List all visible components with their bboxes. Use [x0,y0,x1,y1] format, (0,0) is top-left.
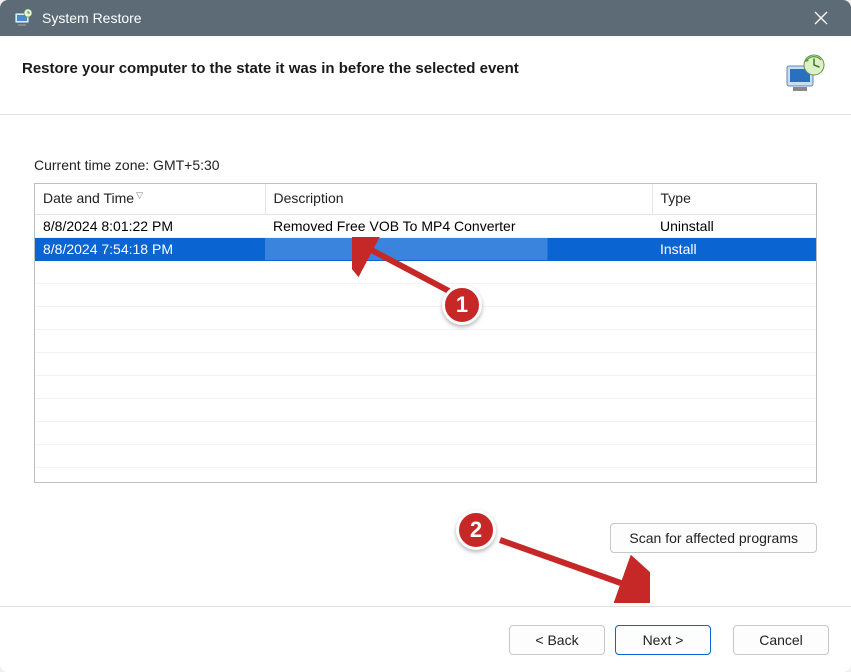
table-row[interactable]: 8/8/2024 8:01:22 PM Removed Free VOB To … [35,215,816,238]
table-row-empty [35,261,816,284]
cell-datetime: 8/8/2024 7:54:18 PM [35,238,265,261]
table-row-empty [35,330,816,353]
table-row-empty [35,284,816,307]
close-button[interactable] [799,0,843,36]
table-row-empty [35,353,816,376]
titlebar: System Restore [0,0,851,36]
restore-icon [783,54,825,96]
page-title: Restore your computer to the state it wa… [22,54,783,77]
timezone-label: Current time zone: GMT+5:30 [34,157,817,173]
table-row[interactable]: 8/8/2024 7:54:18 PM Install [35,238,816,261]
window-title: System Restore [42,10,799,26]
scan-affected-programs-button[interactable]: Scan for affected programs [610,523,817,553]
table-row-empty [35,376,816,399]
system-restore-window: System Restore Restore your computer to … [0,0,851,672]
cell-type: Uninstall [652,215,816,238]
table-row-empty [35,422,816,445]
cancel-button[interactable]: Cancel [733,625,829,655]
next-button[interactable]: Next > [615,625,711,655]
cell-description [265,238,652,261]
col-description[interactable]: Description [265,184,652,215]
wizard-footer: < Back Next > Cancel [0,606,851,672]
sort-desc-icon: ▽ [136,190,143,200]
table-row-empty [35,307,816,330]
app-icon [12,7,34,29]
table-row-empty [35,445,816,468]
table-header-row: Date and Time▽ Description Type [35,184,816,215]
restore-points-table: Date and Time▽ Description Type 8/8/2024… [34,183,817,483]
scan-row: Scan for affected programs [34,523,817,553]
col-type[interactable]: Type [652,184,816,215]
wizard-content: Current time zone: GMT+5:30 Date and Tim… [0,115,851,606]
back-button[interactable]: < Back [509,625,605,655]
cell-type: Install [652,238,816,261]
cell-description: Removed Free VOB To MP4 Converter [265,215,652,238]
table-row-empty [35,399,816,422]
wizard-header: Restore your computer to the state it wa… [0,36,851,115]
cell-datetime: 8/8/2024 8:01:22 PM [35,215,265,238]
col-datetime[interactable]: Date and Time▽ [35,184,265,215]
